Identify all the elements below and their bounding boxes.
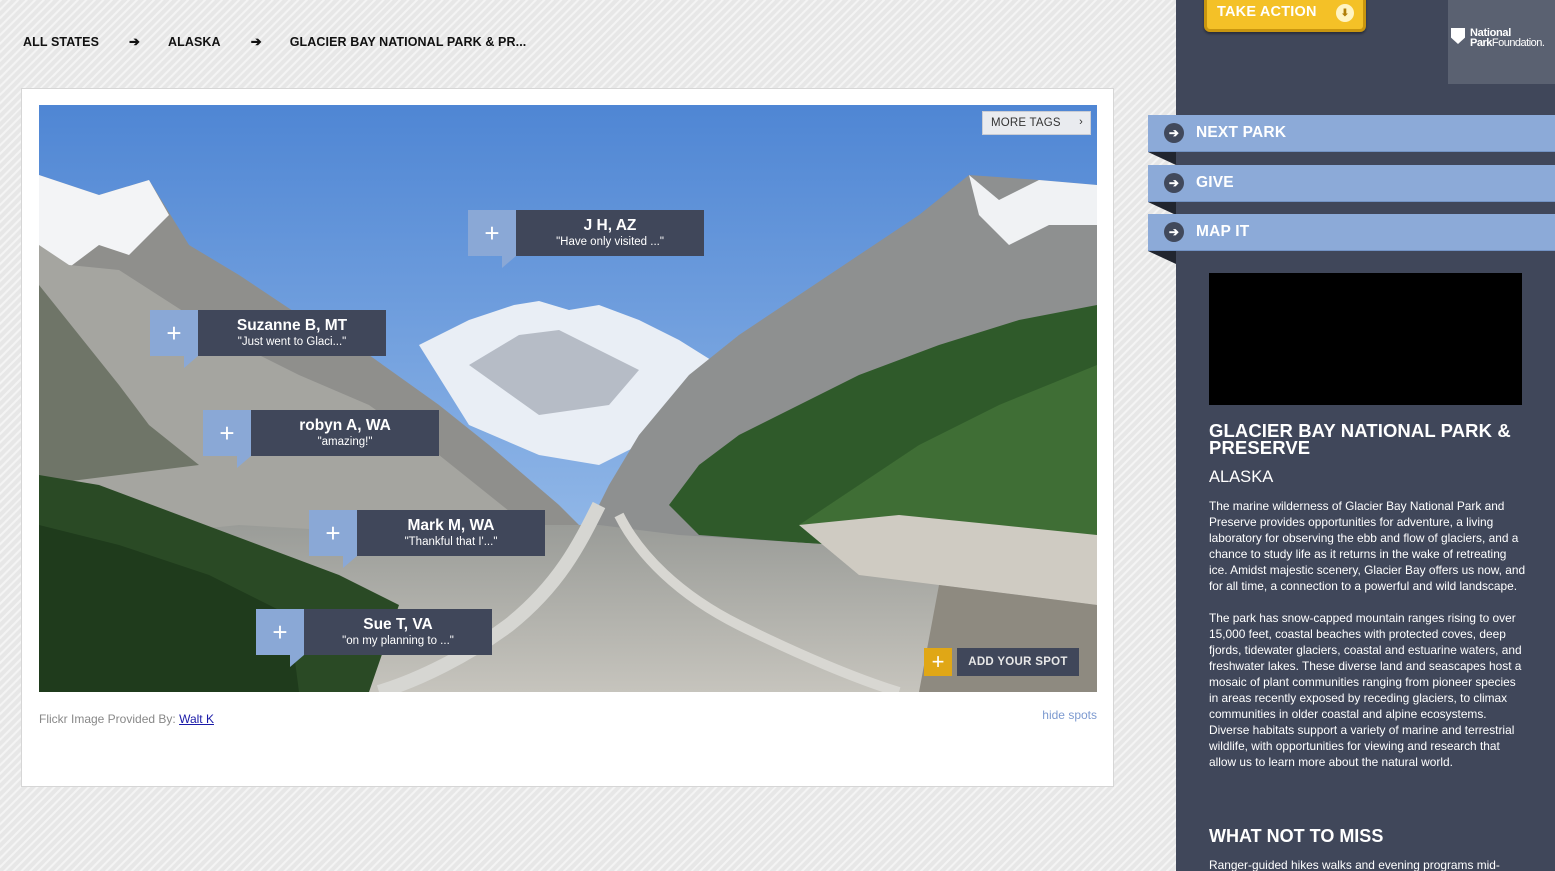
what-not-to-miss-heading: WHAT NOT TO MISS — [1209, 826, 1384, 846]
what-not-to-miss-text: Ranger-guided hikes walks and evening pr… — [1209, 858, 1500, 871]
park-description: The marine wilderness of Glacier Bay Nat… — [1209, 498, 1526, 786]
spot-quote: "on my planning to ..." — [342, 634, 454, 647]
breadcrumb-all-states[interactable]: ALL STATES — [23, 35, 99, 49]
hide-spots-link[interactable]: hide spots — [1042, 708, 1097, 722]
visitor-spot[interactable]: + J H, AZ "Have only visited ..." — [468, 210, 704, 268]
arrow-right-circle-icon: ➔ — [1164, 123, 1184, 143]
nav-label: NEXT PARK — [1196, 124, 1287, 141]
add-your-spot-label[interactable]: ADD YOUR SPOT — [957, 648, 1079, 676]
arrow-right-circle-icon: ➔ — [1164, 173, 1184, 193]
spot-quote: "Just went to Glaci..." — [237, 335, 347, 348]
credit-prefix: Flickr Image Provided By: — [39, 712, 176, 726]
visitor-spot[interactable]: + Mark M, WA "Thankful that I'..." — [309, 510, 545, 568]
take-action-label: TAKE ACTION — [1217, 3, 1317, 20]
nav-label: MAP IT — [1196, 223, 1250, 240]
nav-label: GIVE — [1196, 174, 1234, 191]
plus-icon[interactable]: + — [468, 210, 516, 268]
breadcrumb: ALL STATES ➔ ALASKA ➔ GLACIER BAY NATION… — [23, 34, 526, 50]
take-action-button[interactable]: TAKE ACTION ⬇ — [1204, 0, 1366, 32]
spot-quote: "amazing!" — [317, 435, 373, 448]
download-arrow-icon: ⬇ — [1336, 4, 1354, 22]
chevron-right-icon: › — [1079, 116, 1083, 128]
ribbon-fold — [1148, 152, 1176, 165]
plus-icon[interactable]: + — [256, 609, 304, 667]
arrow-right-icon: ➔ — [129, 34, 140, 49]
plus-icon[interactable]: + — [203, 410, 251, 468]
spot-name: robyn A, WA — [299, 416, 391, 434]
breadcrumb-alaska[interactable]: ALASKA — [168, 35, 221, 49]
credit-author-link[interactable]: Walt K — [179, 712, 214, 726]
logo-line2-rest: Foundation. — [1491, 37, 1545, 49]
description-paragraph: The park has snow-capped mountain ranges… — [1209, 611, 1522, 769]
spot-info[interactable]: Sue T, VA "on my planning to ..." — [304, 609, 492, 655]
video-player[interactable] — [1209, 273, 1522, 405]
plus-icon[interactable]: + — [150, 310, 198, 368]
give-button[interactable]: ➔ GIVE — [1148, 165, 1555, 202]
park-title: GLACIER BAY NATIONAL PARK & PRESERVE — [1209, 420, 1511, 458]
add-your-spot-button[interactable]: + ADD YOUR SPOT — [924, 648, 1079, 676]
logo-line2: ParkFoundation. — [1470, 37, 1545, 49]
map-it-button[interactable]: ➔ MAP IT — [1148, 214, 1555, 251]
visitor-spot[interactable]: + Suzanne B, MT "Just went to Glaci..." — [150, 310, 386, 368]
park-photo: MORE TAGS › — [39, 105, 1097, 692]
image-credit: Flickr Image Provided By: Walt K — [39, 712, 214, 726]
description-paragraph: The marine wilderness of Glacier Bay Nat… — [1209, 499, 1526, 593]
plus-icon[interactable]: + — [309, 510, 357, 568]
spot-quote: "Thankful that I'..." — [404, 535, 498, 548]
logo-line2-bold: Park — [1470, 37, 1492, 49]
spot-name: Sue T, VA — [363, 615, 433, 633]
spot-name: J H, AZ — [583, 216, 637, 234]
breadcrumb-current-park: GLACIER BAY NATIONAL PARK & PR... — [289, 35, 527, 49]
visitor-spot[interactable]: + robyn A, WA "amazing!" — [203, 410, 439, 468]
ribbon-fold — [1148, 251, 1176, 264]
arrow-right-icon: ➔ — [250, 34, 262, 49]
spot-name: Mark M, WA — [407, 516, 495, 534]
national-park-foundation-logo[interactable]: National ParkFoundation. — [1448, 0, 1555, 84]
spot-info[interactable]: Suzanne B, MT "Just went to Glaci..." — [198, 310, 386, 356]
spot-info[interactable]: J H, AZ "Have only visited ..." — [516, 210, 704, 256]
mountain-landscape-image — [39, 105, 1097, 692]
spot-name: Suzanne B, MT — [236, 316, 348, 334]
next-park-button[interactable]: ➔ NEXT PARK — [1148, 115, 1555, 152]
plus-icon[interactable]: + — [924, 648, 952, 676]
shield-icon — [1451, 28, 1465, 44]
more-tags-label: MORE TAGS — [991, 117, 1061, 129]
arrow-right-circle-icon: ➔ — [1164, 222, 1184, 242]
park-state: ALASKA — [1209, 468, 1274, 486]
visitor-spot[interactable]: + Sue T, VA "on my planning to ..." — [256, 609, 492, 667]
spot-quote: "Have only visited ..." — [556, 235, 664, 248]
more-tags-button[interactable]: MORE TAGS › — [982, 111, 1091, 135]
spot-info[interactable]: robyn A, WA "amazing!" — [251, 410, 439, 456]
spot-info[interactable]: Mark M, WA "Thankful that I'..." — [357, 510, 545, 556]
